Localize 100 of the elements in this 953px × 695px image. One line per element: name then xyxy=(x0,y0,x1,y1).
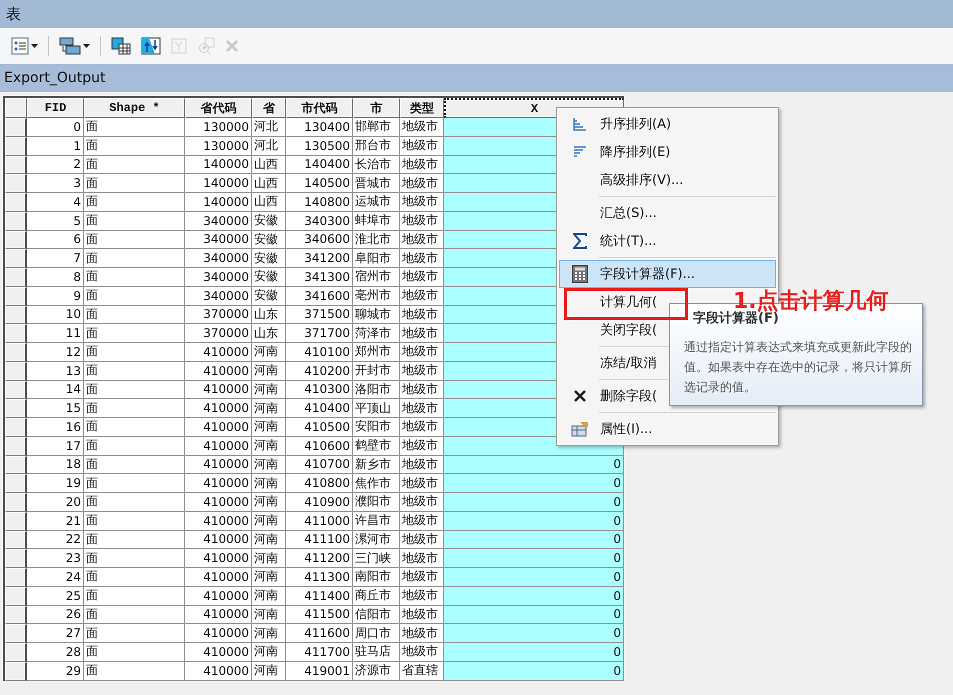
row-selector[interactable] xyxy=(5,474,27,493)
column-header[interactable]: Shape * xyxy=(84,98,185,118)
row-selector[interactable] xyxy=(5,174,27,193)
table-cell: 1 xyxy=(27,136,84,156)
table-cell: 23 xyxy=(27,549,84,568)
table-cell: 濮阳市 xyxy=(353,493,400,512)
table-cell: 410000 xyxy=(185,343,252,362)
table-cell: 河北 xyxy=(252,136,286,156)
table-cell: 340000 xyxy=(185,268,252,287)
menu-item[interactable]: 统计(T)... xyxy=(559,227,776,255)
column-header[interactable]: 类型 xyxy=(400,98,444,118)
table-cell: 371500 xyxy=(286,306,353,324)
table-cell: 19 xyxy=(27,474,84,493)
table-cell: 28 xyxy=(27,643,84,662)
column-header[interactable]: 省 xyxy=(252,98,286,118)
table-cell: 地级市 xyxy=(400,549,444,568)
table-cell: 410000 xyxy=(185,530,252,550)
row-selector[interactable] xyxy=(5,549,27,568)
table-cell: 140500 xyxy=(286,174,353,193)
menu-item[interactable]: 高级排序(V)... xyxy=(559,166,776,194)
table-cell: 411700 xyxy=(286,643,353,662)
column-header[interactable]: 市代码 xyxy=(286,98,353,118)
table-cell: 11 xyxy=(27,324,84,343)
table-cell: 370000 xyxy=(185,306,252,324)
row-selector[interactable] xyxy=(5,268,27,287)
row-selector[interactable] xyxy=(5,286,27,306)
table-name: Export_Output xyxy=(4,70,106,86)
row-selector[interactable] xyxy=(5,662,27,680)
table-cell: 410400 xyxy=(286,399,353,418)
table-cell: 13 xyxy=(27,362,84,380)
row-selector[interactable] xyxy=(5,624,27,643)
table-cell: 驻马店 xyxy=(353,643,400,662)
table-cell: 面 xyxy=(84,512,185,530)
row-selector[interactable] xyxy=(5,399,27,418)
table-cell: 地级市 xyxy=(400,324,444,343)
table-cell: 山东 xyxy=(252,306,286,324)
table-cell: 地级市 xyxy=(400,493,444,512)
row-selector[interactable] xyxy=(5,512,27,530)
row-selector[interactable] xyxy=(5,343,27,362)
table-cell: 410100 xyxy=(286,343,353,362)
zoom-selected-icon xyxy=(197,37,215,55)
table-cell: 410600 xyxy=(286,436,353,456)
table-cell: 3 xyxy=(27,174,84,193)
table-cell: 130400 xyxy=(286,118,353,137)
table-cell: 340000 xyxy=(185,230,252,250)
row-selector[interactable] xyxy=(5,643,27,662)
table-cell: 面 xyxy=(84,343,185,362)
row-selector[interactable] xyxy=(5,212,27,230)
table-cell: 面 xyxy=(84,156,185,174)
table-stack-icon xyxy=(59,37,81,55)
row-selector[interactable] xyxy=(5,418,27,437)
table-cell: 河南 xyxy=(252,436,286,456)
table-cell: 聊城市 xyxy=(353,306,400,324)
row-selector[interactable] xyxy=(5,362,27,380)
row-selector[interactable] xyxy=(5,380,27,400)
row-selector[interactable] xyxy=(5,193,27,212)
column-header[interactable]: 市 xyxy=(353,98,400,118)
menu-item[interactable]: 属性(I)... xyxy=(559,415,776,443)
row-selector[interactable] xyxy=(5,118,27,137)
row-selector[interactable] xyxy=(5,530,27,550)
column-header[interactable]: FID xyxy=(27,98,84,118)
table-cell: 商丘市 xyxy=(353,586,400,606)
row-selector[interactable] xyxy=(5,136,27,156)
row-selector[interactable] xyxy=(5,586,27,606)
switch-selection-icon xyxy=(141,37,161,55)
table-cell: 410200 xyxy=(286,362,353,380)
table-cell: 南阳市 xyxy=(353,568,400,587)
row-selector[interactable] xyxy=(5,156,27,174)
menu-item[interactable]: 降序排列(E) xyxy=(559,138,776,166)
delete-icon xyxy=(225,39,239,53)
table-cell: 410000 xyxy=(185,624,252,643)
menu-item[interactable]: 汇总(S)... xyxy=(559,199,776,227)
table-cell: 地级市 xyxy=(400,530,444,550)
table-cell: 河南 xyxy=(252,606,286,624)
row-selector[interactable] xyxy=(5,493,27,512)
table-cell: 安徽 xyxy=(252,230,286,250)
row-selector[interactable] xyxy=(5,306,27,324)
table-cell: 16 xyxy=(27,418,84,437)
row-selector[interactable] xyxy=(5,249,27,268)
row-selector[interactable] xyxy=(5,324,27,343)
menu-item[interactable]: 字段计算器(F)... xyxy=(559,260,776,288)
table-cell: 地级市 xyxy=(400,380,444,400)
row-selector[interactable] xyxy=(5,456,27,474)
column-header[interactable]: 省代码 xyxy=(185,98,252,118)
table-cell: 地级市 xyxy=(400,474,444,493)
table-cell: 410500 xyxy=(286,418,353,437)
table-cell: 淮北市 xyxy=(353,230,400,250)
table-cell: 菏泽市 xyxy=(353,324,400,343)
row-selector[interactable] xyxy=(5,606,27,624)
row-selector[interactable] xyxy=(5,568,27,587)
table-cell: 140800 xyxy=(286,193,353,212)
table-cell: 河南 xyxy=(252,586,286,606)
row-selector[interactable] xyxy=(5,230,27,250)
table-cell: 山西 xyxy=(252,193,286,212)
table-cell: 长治市 xyxy=(353,156,400,174)
row-selector[interactable] xyxy=(5,436,27,456)
table-cell: 14 xyxy=(27,380,84,400)
table-cell: 地级市 xyxy=(400,268,444,287)
table-cell: 411300 xyxy=(286,568,353,587)
table-cell: 26 xyxy=(27,606,84,624)
